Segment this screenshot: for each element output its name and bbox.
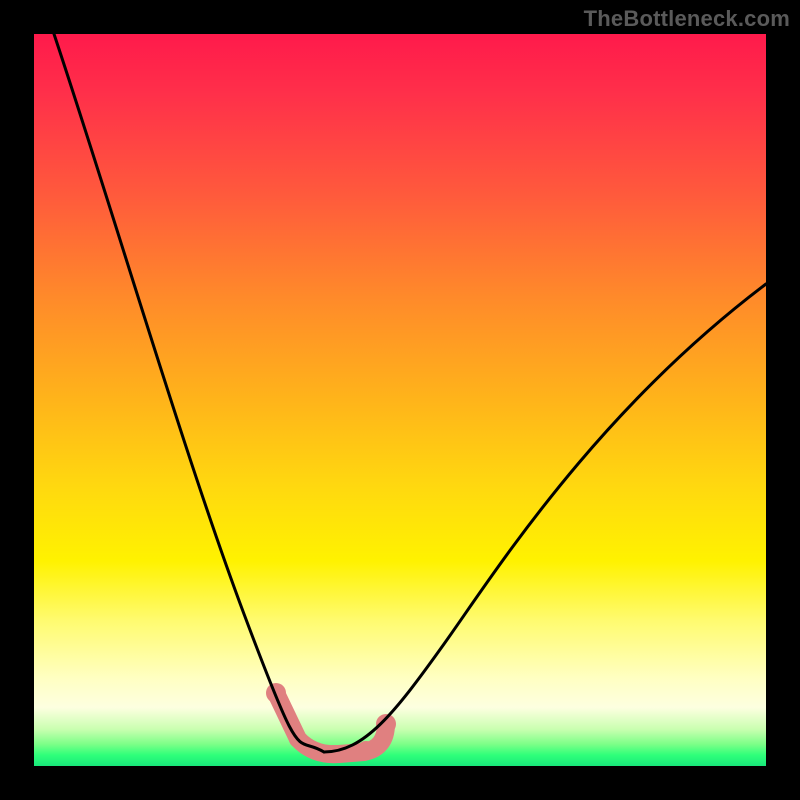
curve-right-branch xyxy=(324,284,766,752)
curve-svg xyxy=(34,34,766,766)
curve-left-branch xyxy=(54,34,324,752)
chart-frame: TheBottleneck.com xyxy=(0,0,800,800)
watermark-text: TheBottleneck.com xyxy=(584,6,790,32)
